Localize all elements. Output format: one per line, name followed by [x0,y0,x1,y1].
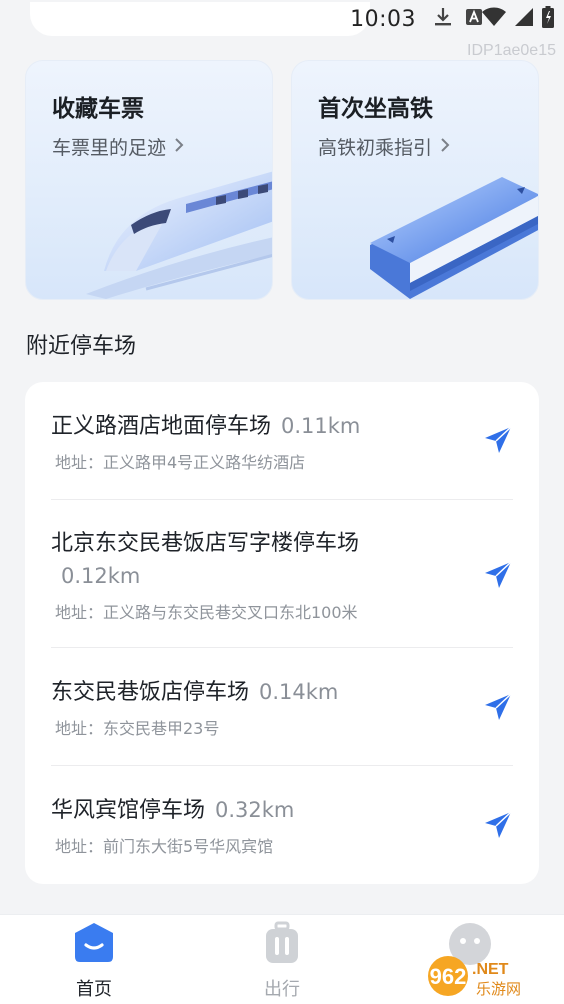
chevron-right-icon [174,136,184,158]
parking-name: 正义路酒店地面停车场 [51,414,272,439]
parking-address: 地址：正义路与东交民巷交叉口东北100米 [55,603,358,622]
status-bar: 10:03 [0,0,564,38]
tab-home[interactable]: 首页 [0,915,188,1004]
parking-distance: 0.11km [281,414,361,438]
bottom-nav: 首页 出行 962 .NET 乐游网 [0,914,564,1004]
luggage-icon [260,921,304,969]
parking-name: 北京东交民巷饭店写字楼停车场 [51,531,360,556]
parking-item[interactable]: 正义路酒店地面停车场 0.11km 地址：正义路甲4号正义路华纺酒店 [51,382,513,500]
logo-number: 962 [430,964,467,989]
card-first-highspeed[interactable]: 首次坐高铁 高铁初乘指引 [291,60,539,300]
parking-name: 华风宾馆停车场 [51,798,206,823]
card-title: 首次坐高铁 [318,96,433,122]
card-subtitle: 高铁初乘指引 [318,133,450,160]
watermark-id: IDP1ae0e15 [467,42,556,59]
download-icon [434,7,452,31]
font-icon [466,9,482,29]
card-subtitle-text: 高铁初乘指引 [318,137,433,159]
parking-distance: 0.12km [61,564,141,588]
train-illustration [86,171,272,299]
parking-address: 地址：东交民巷甲23号 [55,719,220,738]
parking-name: 东交民巷饭店停车场 [51,680,250,705]
top-sheet [30,2,371,36]
tab-trip[interactable]: 出行 [188,915,376,1004]
feature-cards: 收藏车票 车票里的足迹 首次坐高铁 高铁初乘指引 [25,60,539,300]
parking-item[interactable]: 东交民巷饭店停车场 0.14km 地址：东交民巷甲23号 [51,648,513,766]
parking-address: 地址：正义路甲4号正义路华纺酒店 [55,453,306,472]
card-collect-tickets[interactable]: 收藏车票 车票里的足迹 [25,60,273,300]
navigate-arrow-icon[interactable] [483,560,513,590]
card-subtitle-text: 车票里的足迹 [52,137,167,159]
signal-icon [514,7,534,31]
tab-trip-label: 出行 [264,979,300,1000]
logo-suffix: .NET [472,961,509,978]
chevron-right-icon [440,136,450,158]
wifi-icon [482,7,506,31]
parking-distance: 0.32km [215,798,295,822]
logo-caption: 乐游网 [476,980,521,998]
battery-icon [542,6,554,32]
parking-item[interactable]: 北京东交民巷饭店写字楼停车场 0.12km 地址：正义路与东交民巷交叉口东北100… [51,500,513,648]
status-time: 10:03 [350,6,416,32]
section-title-nearby-parking: 附近停车场 [26,334,137,359]
home-icon [72,921,116,969]
card-title: 收藏车票 [52,96,144,122]
parking-address: 地址：前门东大街5号华风宾馆 [55,837,274,856]
parking-item[interactable]: 华风宾馆停车场 0.32km 地址：前门东大街5号华风宾馆 [51,766,513,884]
parking-list: 正义路酒店地面停车场 0.11km 地址：正义路甲4号正义路华纺酒店 北京东交民巷… [25,382,539,884]
card-subtitle: 车票里的足迹 [52,133,184,160]
navigate-arrow-icon[interactable] [483,692,513,722]
parking-distance: 0.14km [259,680,339,704]
book-illustration [370,177,538,299]
site-watermark-logo: 962 .NET 乐游网 [426,954,558,998]
navigate-arrow-icon[interactable] [483,810,513,840]
navigate-arrow-icon[interactable] [483,425,513,455]
tab-home-label: 首页 [76,979,112,1000]
